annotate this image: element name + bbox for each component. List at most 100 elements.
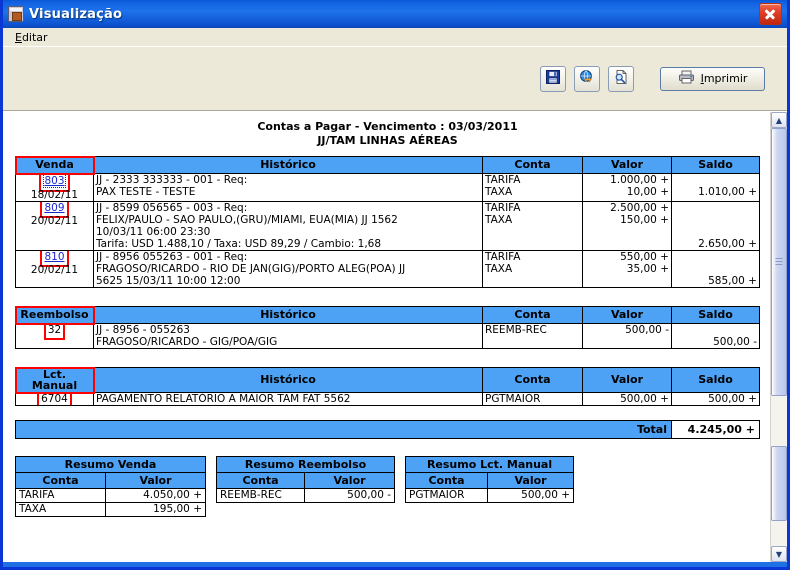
printer-icon bbox=[678, 70, 695, 87]
row-date: 18/02/11 bbox=[30, 189, 79, 201]
preview-button[interactable] bbox=[608, 65, 634, 92]
resumo-venda-table: Resumo Venda Conta Valor TARIFA 4.050,00 … bbox=[14, 456, 207, 517]
conta-line: TARIFA bbox=[485, 174, 521, 187]
saldo-line bbox=[674, 226, 757, 238]
print-button-label: Imprimir bbox=[700, 72, 748, 85]
save-button[interactable] bbox=[540, 65, 566, 92]
valor-cell: 2.500,00 +150,00 + bbox=[582, 201, 672, 251]
scroll-down-icon[interactable]: ▼ bbox=[771, 546, 787, 562]
resumo-lct-manual-table: Resumo Lct. Manual Conta Valor PGTMAIOR 5… bbox=[405, 456, 575, 503]
historico-line: JJ - 8956 055263 - 001 - Req: bbox=[96, 251, 248, 264]
page-magnifier-icon bbox=[613, 69, 629, 88]
floppy-disk-icon bbox=[545, 69, 561, 88]
column-header-conta: Conta bbox=[482, 156, 583, 174]
menu-item-editar[interactable]: Editar bbox=[11, 30, 52, 45]
valor-line: 10,00 + bbox=[626, 186, 669, 198]
status-strip bbox=[3, 562, 787, 567]
conta-line bbox=[485, 275, 580, 287]
row-number-link[interactable]: 803 bbox=[39, 174, 70, 192]
conta-line: TARIFA bbox=[485, 202, 521, 215]
lct-manual-header-row: Lct. Manual Histórico Conta Valor Saldo bbox=[14, 366, 760, 394]
row-number-link[interactable]: 810 bbox=[40, 251, 69, 267]
column-header-lct-manual: Lct. Manual bbox=[14, 366, 95, 394]
row-date: 20/02/11 bbox=[30, 215, 79, 227]
saldo-cell: 500,00 + bbox=[671, 392, 760, 406]
historico-line: 10/03/11 06:00 23:30 bbox=[96, 226, 211, 238]
reembolso-rows: 32 JJ - 8956 - 055263 FRAGOSO/RICARDO - GI… bbox=[15, 323, 760, 349]
row-number-cell[interactable]: 32 bbox=[15, 323, 94, 349]
row-number-cell[interactable]: 803 18/02/11 bbox=[15, 173, 94, 202]
saldo-line bbox=[674, 175, 757, 187]
table-row: 803 18/02/11 JJ - 2333 333333 - 001 - Req:… bbox=[15, 173, 760, 202]
row-number-cell[interactable]: 6704 bbox=[15, 392, 94, 406]
conta-cell: TARIFA TAXA bbox=[482, 201, 583, 251]
column-header-historico: Histórico bbox=[93, 367, 483, 393]
historico-line: JJ - 8956 - 055263 bbox=[96, 324, 190, 337]
valor-line: 500,00 + bbox=[620, 393, 669, 405]
app-window-icon bbox=[8, 6, 24, 22]
historico-cell: JJ - 2333 333333 - 001 - Req: PAX TESTE -… bbox=[93, 173, 483, 202]
scrollbar-track[interactable] bbox=[771, 128, 787, 546]
conta-line: TAXA bbox=[485, 214, 513, 226]
section-gap-3 bbox=[15, 406, 760, 420]
historico-cell: PAGAMENTO RELATÓRIO A MAIOR TAM FAT 5562 bbox=[93, 392, 483, 406]
menubar: Editar bbox=[3, 28, 787, 47]
valor-line bbox=[585, 238, 669, 250]
resumo-lct-manual-col-conta: Conta bbox=[405, 472, 489, 489]
saldo-line: 2.650,00 + bbox=[698, 238, 757, 250]
scrollbar-grip-icon bbox=[775, 257, 783, 266]
summary-conta: PGTMAIOR bbox=[405, 488, 489, 503]
row-number-cell[interactable]: 810 20/02/11 bbox=[15, 250, 94, 288]
historico-line: JJ - 2333 333333 - 001 - Req: bbox=[96, 174, 248, 187]
valor-line bbox=[585, 226, 669, 238]
conta-line bbox=[485, 336, 580, 348]
summary-conta: TARIFA bbox=[15, 488, 106, 503]
summary-row: TARIFA 4.050,00 + bbox=[15, 488, 207, 503]
close-icon[interactable] bbox=[759, 3, 782, 25]
visualizacao-window: Visualização Editar Imprimir Contas a Pa… bbox=[0, 0, 790, 570]
report-page: Contas a Pagar - Vencimento : 03/03/2011… bbox=[3, 112, 770, 562]
summary-row: TAXA 195,00 + bbox=[15, 502, 207, 517]
scroll-up-icon[interactable]: ▲ bbox=[771, 112, 787, 128]
row-number-link[interactable]: 809 bbox=[40, 202, 69, 218]
summary-tables: Resumo Venda Conta Valor TARIFA 4.050,00 … bbox=[14, 456, 760, 517]
historico-cell: JJ - 8956 055263 - 001 - Req: FRAGOSO/RIC… bbox=[93, 250, 483, 288]
conta-line bbox=[485, 226, 580, 238]
column-header-valor: Valor bbox=[582, 156, 672, 174]
column-header-conta: Conta bbox=[482, 367, 583, 393]
reembolso-table: Reembolso Histórico Conta Valor Saldo 32… bbox=[14, 305, 760, 349]
column-header-valor: Valor bbox=[582, 306, 672, 324]
row-number-cell[interactable]: 809 20/02/11 bbox=[15, 201, 94, 251]
saldo-line bbox=[674, 203, 757, 215]
scrollbar-thumb[interactable] bbox=[771, 128, 787, 396]
scrollbar-thumb-lower[interactable] bbox=[771, 445, 787, 521]
valor-line: 35,00 + bbox=[626, 263, 669, 275]
row-number-link[interactable]: 6704 bbox=[37, 393, 72, 405]
lct-manual-rows: 6704 PAGAMENTO RELATÓRIO A MAIOR TAM FAT … bbox=[15, 392, 760, 406]
conta-line: TAXA bbox=[485, 263, 513, 275]
print-button[interactable]: Imprimir bbox=[660, 66, 765, 91]
vertical-scrollbar[interactable]: ▲ ▼ bbox=[770, 112, 787, 562]
resumo-venda-title: Resumo Venda bbox=[14, 456, 207, 473]
table-row: 6704 PAGAMENTO RELATÓRIO A MAIOR TAM FAT … bbox=[15, 392, 760, 406]
resumo-reembolso-col-conta: Conta bbox=[216, 472, 306, 489]
valor-line: 550,00 + bbox=[620, 251, 669, 264]
toolbar: Imprimir bbox=[3, 47, 787, 111]
saldo-line: 585,00 + bbox=[708, 275, 757, 287]
column-header-reembolso: Reembolso bbox=[14, 305, 95, 325]
globe-export-icon bbox=[579, 69, 595, 88]
column-header-historico: Histórico bbox=[93, 306, 483, 324]
total-value: 4.245,00 + bbox=[671, 420, 760, 439]
document-area: Contas a Pagar - Vencimento : 03/03/2011… bbox=[3, 111, 787, 562]
historico-cell: JJ - 8599 056565 - 003 - Req: FELIX/PAULO… bbox=[93, 201, 483, 251]
export-button[interactable] bbox=[574, 65, 600, 92]
saldo-line bbox=[674, 214, 757, 226]
conta-line: TARIFA bbox=[485, 251, 521, 264]
summary-row: REEMB-REC 500,00 - bbox=[216, 488, 396, 503]
column-header-conta: Conta bbox=[482, 306, 583, 324]
window-title: Visualização bbox=[29, 6, 123, 22]
row-number-link[interactable]: 32 bbox=[43, 324, 66, 340]
resumo-reembolso-title: Resumo Reembolso bbox=[216, 456, 396, 473]
venda-rows: 803 18/02/11 JJ - 2333 333333 - 001 - Req:… bbox=[15, 173, 760, 288]
table-row: 809 20/02/11 JJ - 8599 056565 - 003 - Req:… bbox=[15, 201, 760, 251]
